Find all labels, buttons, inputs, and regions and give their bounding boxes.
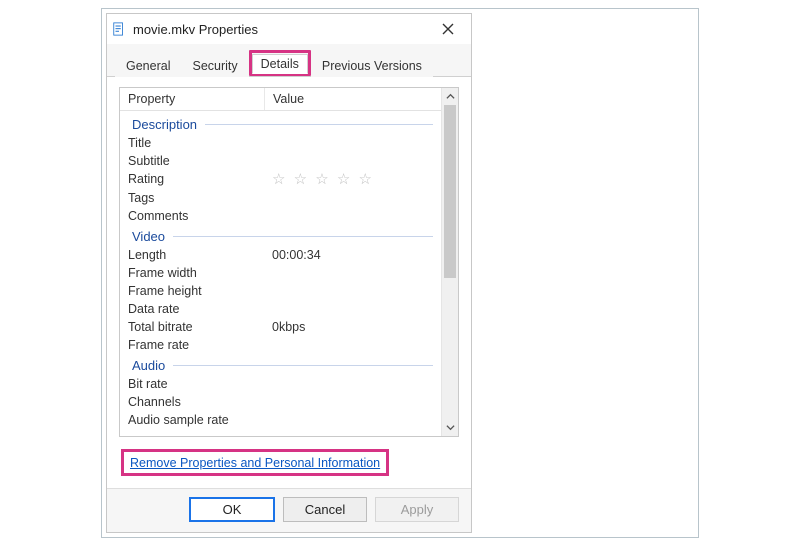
row-comments[interactable]: Comments <box>120 207 441 225</box>
row-rating[interactable]: Rating ☆ ☆ ☆ ☆ ☆ <box>120 170 441 189</box>
value-frame-height <box>264 282 441 300</box>
group-video-label: Video <box>132 229 165 244</box>
label-bit-rate: Bit rate <box>120 375 264 393</box>
scrollbar[interactable] <box>441 88 458 436</box>
tab-security[interactable]: Security <box>181 54 248 77</box>
value-tags <box>264 189 441 207</box>
ok-button[interactable]: OK <box>189 497 275 522</box>
group-description: Description <box>120 113 441 134</box>
list-header: Property Value <box>120 88 441 111</box>
remove-properties-link[interactable]: Remove Properties and Personal Informati… <box>130 456 380 470</box>
value-data-rate <box>264 300 441 318</box>
label-title: Title <box>120 134 264 152</box>
value-frame-width <box>264 264 441 282</box>
label-data-rate: Data rate <box>120 300 264 318</box>
value-comments <box>264 207 441 225</box>
row-frame-rate[interactable]: Frame rate <box>120 336 441 354</box>
tab-details[interactable]: Details <box>252 54 308 74</box>
column-header-property[interactable]: Property <box>120 88 265 110</box>
properties-dialog: movie.mkv Properties General Security De… <box>106 13 472 533</box>
group-audio-label: Audio <box>132 358 165 373</box>
row-frame-height[interactable]: Frame height <box>120 282 441 300</box>
value-title <box>264 134 441 152</box>
label-frame-width: Frame width <box>120 264 264 282</box>
row-total-bitrate[interactable]: Total bitrate 0kbps <box>120 318 441 336</box>
dialog-buttons: OK Cancel Apply <box>107 488 471 532</box>
tab-previous-versions[interactable]: Previous Versions <box>311 54 433 77</box>
window-title: movie.mkv Properties <box>133 22 429 37</box>
close-button[interactable] <box>429 15 467 43</box>
value-length: 00:00:34 <box>264 246 441 264</box>
row-data-rate[interactable]: Data rate <box>120 300 441 318</box>
titlebar: movie.mkv Properties <box>107 14 471 44</box>
row-audio-sample-rate[interactable]: Audio sample rate <box>120 411 441 429</box>
label-audio-sample-rate: Audio sample rate <box>120 411 264 429</box>
value-total-bitrate: 0kbps <box>264 318 441 336</box>
scroll-up-button[interactable] <box>442 88 458 105</box>
highlight-details-tab: Details <box>249 50 311 76</box>
scroll-track[interactable] <box>442 105 458 419</box>
row-tags[interactable]: Tags <box>120 189 441 207</box>
group-description-label: Description <box>132 117 197 132</box>
chevron-down-icon <box>446 423 455 432</box>
close-icon <box>442 23 454 35</box>
tab-general[interactable]: General <box>115 54 181 77</box>
cancel-button[interactable]: Cancel <box>283 497 367 522</box>
row-subtitle[interactable]: Subtitle <box>120 152 441 170</box>
value-rating: ☆ ☆ ☆ ☆ ☆ <box>264 170 441 189</box>
group-video: Video <box>120 225 441 246</box>
label-total-bitrate: Total bitrate <box>120 318 264 336</box>
value-bit-rate <box>264 375 441 393</box>
file-icon <box>111 21 127 37</box>
label-tags: Tags <box>120 189 264 207</box>
row-title[interactable]: Title <box>120 134 441 152</box>
column-header-value[interactable]: Value <box>265 88 441 110</box>
apply-button: Apply <box>375 497 459 522</box>
highlight-remove-link: Remove Properties and Personal Informati… <box>121 449 389 476</box>
row-bit-rate[interactable]: Bit rate <box>120 375 441 393</box>
row-length[interactable]: Length 00:00:34 <box>120 246 441 264</box>
scroll-thumb[interactable] <box>444 105 456 278</box>
tab-bar: General Security Details Previous Versio… <box>107 44 471 77</box>
details-list: Property Value Description Title <box>119 87 459 437</box>
value-subtitle <box>264 152 441 170</box>
label-channels: Channels <box>120 393 264 411</box>
row-frame-width[interactable]: Frame width <box>120 264 441 282</box>
row-channels[interactable]: Channels <box>120 393 441 411</box>
group-audio: Audio <box>120 354 441 375</box>
value-frame-rate <box>264 336 441 354</box>
label-rating: Rating <box>120 170 264 189</box>
chevron-up-icon <box>446 92 455 101</box>
label-length: Length <box>120 246 264 264</box>
value-channels <box>264 393 441 411</box>
label-comments: Comments <box>120 207 264 225</box>
scroll-down-button[interactable] <box>442 419 458 436</box>
label-frame-height: Frame height <box>120 282 264 300</box>
label-subtitle: Subtitle <box>120 152 264 170</box>
value-audio-sample-rate <box>264 411 441 429</box>
label-frame-rate: Frame rate <box>120 336 264 354</box>
